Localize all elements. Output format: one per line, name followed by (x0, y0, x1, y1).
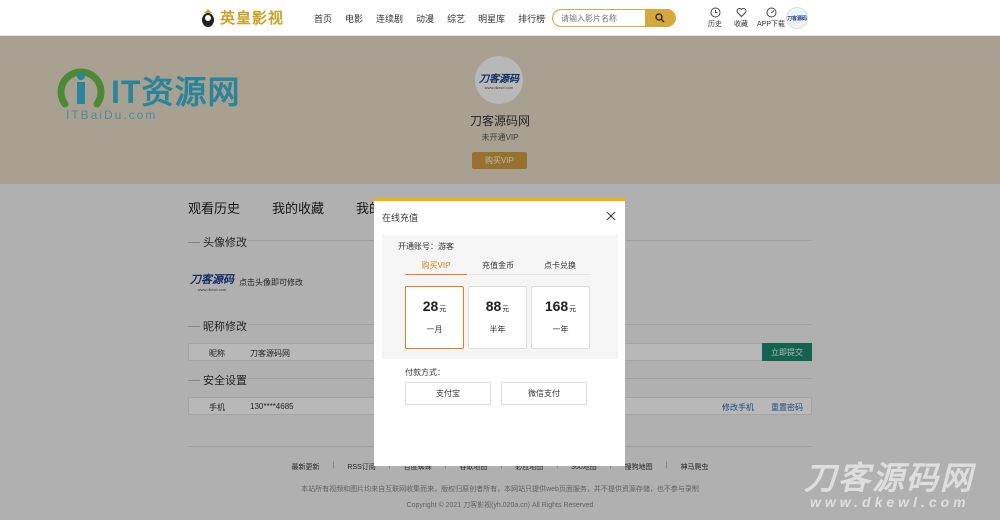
plan-duration: 一月 (426, 325, 443, 334)
plan-price: 88元 (486, 298, 510, 314)
app-download-button[interactable]: APP下载 (757, 7, 786, 29)
tab-buy-vip[interactable]: 购买VIP (405, 258, 467, 275)
plan-price-value: 28 (422, 298, 439, 314)
clock-icon (710, 7, 720, 18)
heart-icon (736, 8, 746, 18)
nav-series[interactable]: 连续剧 (376, 12, 403, 25)
recharge-tabs: 购买VIP 充值金币 点卡兑换 (405, 258, 591, 275)
modal-title: 在线充值 (382, 213, 419, 223)
top-icons: 历史 收藏 APP下载 (706, 7, 786, 29)
favorite-button[interactable]: 收藏 (732, 7, 750, 29)
recharge-modal: 在线充值 开通账号：游客 购买VIP 充值金币 点卡兑换 28元 一月 88元 … (374, 198, 625, 466)
plan-price-unit: 元 (439, 306, 447, 313)
plan-duration: 一年 (552, 325, 569, 334)
plan-price-unit: 元 (502, 306, 510, 313)
close-icon[interactable] (605, 210, 617, 222)
site-logo[interactable]: 英皇影视 (200, 7, 284, 28)
search-button[interactable] (645, 10, 675, 26)
tab-card-redeem[interactable]: 点卡兑换 (529, 258, 591, 274)
nav-anime[interactable]: 动漫 (416, 12, 434, 25)
nav-ranking[interactable]: 排行榜 (518, 12, 545, 25)
watermark-main: 刀客源码网 (804, 460, 975, 496)
nav-stars[interactable]: 明星库 (478, 12, 505, 25)
watermark-sub: www.dkewl.com (810, 494, 970, 510)
account-label: 开通账号：游客 (398, 242, 454, 251)
plan-price: 168元 (545, 298, 576, 314)
tab-recharge-coins[interactable]: 充值金币 (467, 258, 529, 274)
vip-plans: 28元 一月 88元 半年 168元 一年 (405, 286, 590, 349)
search-box (552, 9, 676, 27)
logo-text: 英皇影视 (220, 10, 285, 27)
plan-card-year[interactable]: 168元 一年 (531, 286, 590, 349)
top-navbar: 英皇影视 首页 电影 连续剧 动漫 综艺 明星库 排行榜 历史 (0, 0, 1000, 36)
nav-home[interactable]: 首页 (314, 12, 332, 25)
plan-price: 28元 (423, 298, 447, 314)
plan-price-value: 168 (544, 298, 569, 314)
favorite-label: 收藏 (734, 21, 748, 28)
nav-variety[interactable]: 综艺 (447, 12, 465, 25)
plan-card-halfyear[interactable]: 88元 半年 (468, 286, 527, 349)
search-icon (655, 13, 665, 23)
corner-watermark: 刀客源码网 www.dkewl.com (804, 462, 974, 510)
payment-method-label: 付款方式： (405, 368, 445, 377)
plan-duration: 半年 (489, 325, 506, 334)
plan-price-unit: 元 (569, 306, 577, 313)
speedometer-icon (766, 7, 776, 18)
alipay-button[interactable]: 支付宝 (405, 382, 491, 405)
nav-movie[interactable]: 电影 (345, 12, 363, 25)
main-nav: 首页 电影 连续剧 动漫 综艺 明星库 排行榜 (314, 0, 558, 36)
plan-card-month[interactable]: 28元 一月 (405, 286, 464, 349)
app-download-label: APP下载 (757, 21, 786, 28)
user-avatar[interactable]: 刀客源码 (786, 7, 808, 29)
search-input[interactable] (553, 10, 645, 26)
history-label: 历史 (708, 21, 722, 28)
wechat-pay-button[interactable]: 微信支付 (501, 382, 587, 405)
logo-icon (202, 8, 214, 27)
history-button[interactable]: 历史 (706, 7, 724, 29)
plan-price-value: 88 (485, 298, 502, 314)
